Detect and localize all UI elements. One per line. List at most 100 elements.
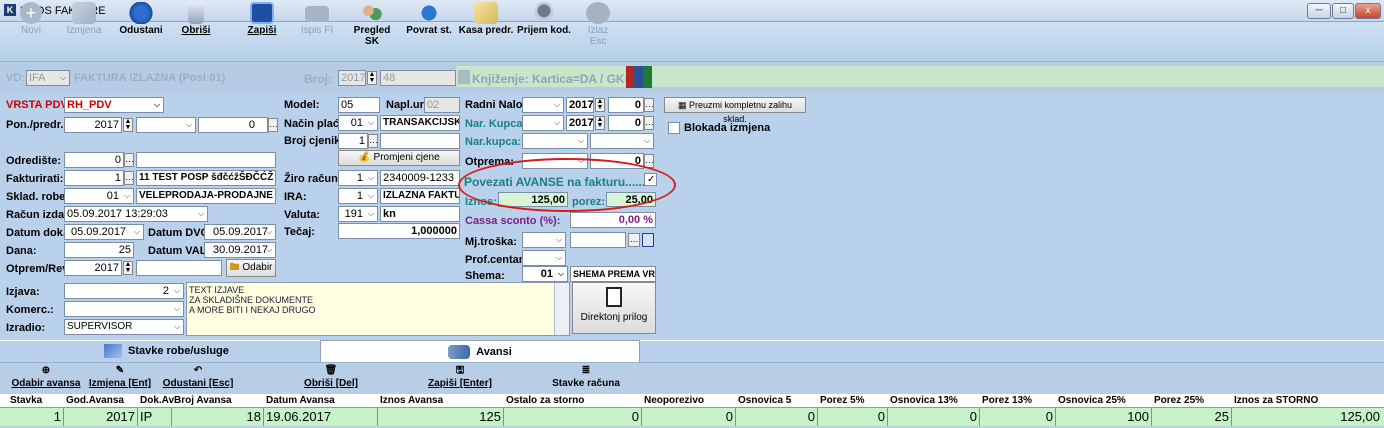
radni-spinner[interactable]: ▲ ▼: [595, 98, 605, 112]
vd-select[interactable]: IFA ⌵: [26, 70, 70, 86]
direktonj-prilog-button[interactable]: Direktonj prilog: [572, 282, 656, 334]
money-bag-icon: 💰: [358, 152, 371, 163]
fakturirati-input[interactable]: 1: [64, 170, 124, 186]
narkupca-select-2[interactable]: ⌵: [590, 133, 654, 149]
sklad-name[interactable]: VELEPRODAJA-PRODAJNE CIJ: [136, 188, 276, 204]
tab-avansi[interactable]: Avansi: [320, 340, 640, 362]
ira-name[interactable]: IZLAZNA FAKTURA: [380, 188, 460, 204]
mj-troska-browse-button[interactable]: …: [628, 233, 640, 247]
obrisi-del-button[interactable]: 🗑 Obriši [Del]: [296, 364, 366, 390]
shema-select[interactable]: 01 ⌵: [522, 266, 568, 282]
grid-cell-neoporezivo: 0: [642, 408, 736, 426]
komerc-select[interactable]: ⌵: [64, 301, 184, 317]
odustani-esc-button[interactable]: ↶ Odustani [Esc]: [160, 364, 236, 390]
shema-name[interactable]: SHEMA PREMA VRSTI I: [570, 266, 656, 282]
blokada-checkbox[interactable]: [668, 122, 680, 134]
books-icon[interactable]: [626, 66, 652, 88]
sklad-select[interactable]: 01 ⌵: [64, 188, 134, 204]
odabir-avansa-button[interactable]: ⊕ Odabir avansa: [8, 364, 84, 390]
cjenik-name[interactable]: [380, 133, 460, 149]
stavke-racuna-button[interactable]: ≣ Stavke računa: [548, 364, 624, 390]
izjava-textarea[interactable]: TEXT IZJAVE ZA SKLADIŠNE DOKUMENTE A MOR…: [186, 282, 570, 336]
racun-datetime[interactable]: 05.09.2017 13:29:03 ⌵: [64, 206, 208, 222]
izmjena-ent-button[interactable]: ✎ Izmjena [Ent]: [88, 364, 152, 390]
grid-cell-porez-25: 25: [1152, 408, 1232, 426]
valuta-name[interactable]: kn: [380, 206, 460, 222]
pon-spinner[interactable]: ▲ ▼: [123, 118, 133, 132]
pon-year[interactable]: 2017: [64, 117, 122, 133]
mj-troska-select[interactable]: ⌵: [522, 232, 566, 248]
fakturirati-name[interactable]: 11 TEST POSP šđčćžŠĐČĆŽ d.o: [136, 170, 276, 186]
izjava-scrollbar[interactable]: [554, 283, 569, 335]
ziro-select[interactable]: 1 ⌵: [338, 170, 378, 186]
otprem-year[interactable]: 2017: [64, 260, 122, 276]
prijem-kod-button[interactable]: Prijem kod.: [514, 2, 574, 38]
novi-button[interactable]: + Novi: [14, 2, 48, 38]
datum-dvo-input[interactable]: 05.09.2017 ⌵: [204, 224, 276, 240]
grid-cell-stavka: 1: [8, 408, 64, 426]
radni-browse-button[interactable]: …: [644, 98, 654, 112]
nacin-select[interactable]: 01 ⌵: [338, 115, 378, 131]
search-icon[interactable]: [642, 233, 654, 247]
radni-year[interactable]: 2017: [566, 97, 594, 113]
odrediste-input[interactable]: 0: [64, 152, 124, 168]
odrediste-name[interactable]: [136, 152, 276, 168]
nacin-label: Način plać.:: [284, 118, 346, 130]
pon-browse-button[interactable]: …: [268, 118, 278, 132]
izradio-select[interactable]: SUPERVISOR ⌵: [64, 319, 184, 335]
vrsta-pdv-select[interactable]: RH_PDV ⌵: [64, 97, 164, 113]
obrisi-button[interactable]: Obriši: [176, 2, 216, 38]
naplur-input[interactable]: 02: [424, 97, 460, 113]
nar-browse-button[interactable]: …: [644, 116, 654, 130]
ziro-name[interactable]: 2340009-1233: [380, 170, 460, 186]
nacin-name[interactable]: TRANSAKCIJSKI I: [380, 115, 460, 131]
model-input[interactable]: 05: [338, 97, 380, 113]
chevron-down-icon: ⌵: [553, 100, 561, 109]
kasa-predr-button[interactable]: Kasa predr.: [458, 2, 514, 38]
pregled-sk-button[interactable]: Pregled SK: [346, 2, 398, 47]
narkupca-select-1[interactable]: ⌵: [522, 133, 588, 149]
radni-number[interactable]: 0: [608, 97, 644, 113]
tab-stavke[interactable]: Stavke robe/usluge: [100, 340, 320, 362]
otprem-spinner[interactable]: ▲ ▼: [123, 261, 133, 275]
ira-select[interactable]: 1 ⌵: [338, 188, 378, 204]
izlaz-button[interactable]: Izlaz Esc: [580, 2, 616, 47]
radni-nalog-select[interactable]: ⌵: [522, 97, 564, 113]
nar-spinner[interactable]: ▲ ▼: [595, 116, 605, 130]
dana-input[interactable]: 25: [64, 242, 134, 258]
mj-troska-input[interactable]: [570, 232, 626, 248]
nar-year[interactable]: 2017: [566, 115, 594, 131]
minimize-button[interactable]: ─: [1307, 3, 1331, 19]
broj-number[interactable]: 48: [380, 70, 456, 86]
pon-number[interactable]: 0: [198, 117, 268, 133]
nar-kupca-select[interactable]: ⌵: [522, 115, 564, 131]
broj-spinner[interactable]: ▲ ▼: [367, 71, 377, 85]
broj-year[interactable]: 2017: [338, 70, 366, 86]
pon-select[interactable]: ⌵: [136, 117, 196, 133]
ispis-button[interactable]: Ispis FI: [296, 2, 338, 38]
broj-cjenika-input[interactable]: 1: [338, 133, 368, 149]
zapisi-button[interactable]: Zapiši: [242, 2, 282, 38]
otprem-input[interactable]: [136, 260, 222, 276]
datum-dok-input[interactable]: 05.09.2017 ⌵: [64, 224, 144, 240]
cjenik-browse-button[interactable]: …: [368, 134, 378, 148]
cassa-sconto-input[interactable]: 0,00 %: [570, 212, 656, 228]
izmjena-button[interactable]: Izmjena: [62, 2, 106, 38]
valuta-select[interactable]: 191 ⌵: [338, 206, 378, 222]
promjeni-cjene-button[interactable]: 💰 Promjeni cjene: [338, 150, 460, 166]
maximize-button[interactable]: □: [1332, 3, 1354, 19]
grid-cell-porez-5: 0: [818, 408, 888, 426]
preuzmi-zalihu-button[interactable]: ▦ Preuzmi kompletnu zalihu sklad.: [664, 97, 806, 124]
nar-number[interactable]: 0: [608, 115, 644, 131]
odustani-button[interactable]: Odustani: [118, 2, 164, 38]
odrediste-browse-button[interactable]: …: [124, 153, 134, 167]
fakturirati-browse-button[interactable]: …: [124, 171, 134, 185]
odabir-button[interactable]: 🖿 Odabir: [226, 259, 276, 277]
izjava-select[interactable]: 2 ⌵: [64, 283, 184, 299]
povrat-button[interactable]: Povrat st.: [404, 2, 454, 38]
close-button[interactable]: x: [1355, 3, 1381, 19]
datum-val-input[interactable]: 30.09.2017 ⌵: [204, 242, 276, 258]
zapisi-enter-button[interactable]: 🖫 Zapiši [Enter]: [420, 364, 500, 390]
tecaj-input[interactable]: 1,000000: [338, 223, 460, 239]
prof-centar-select[interactable]: ⌵: [522, 250, 566, 266]
